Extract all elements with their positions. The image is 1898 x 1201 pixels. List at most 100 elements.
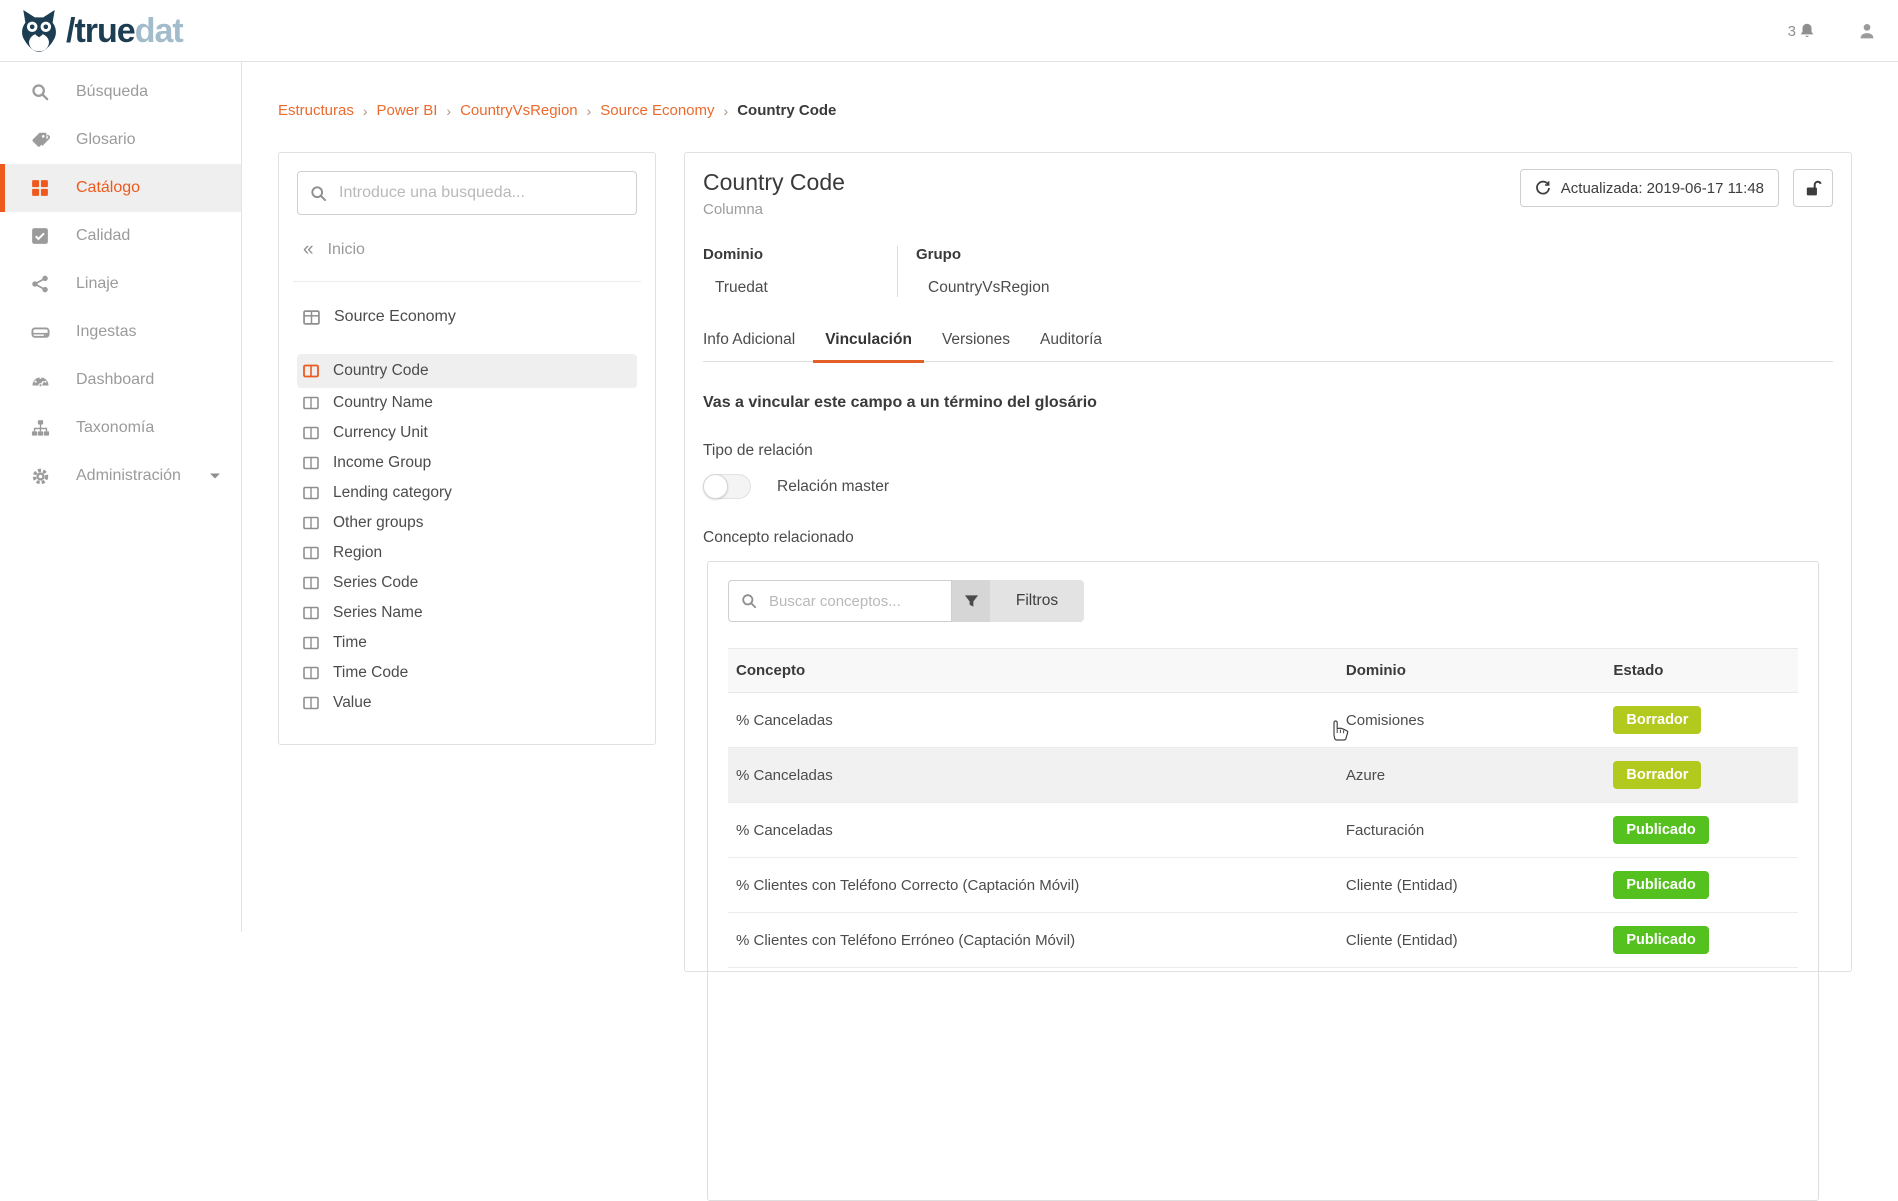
header-estado: Estado xyxy=(1605,649,1798,693)
status-badge[interactable]: Publicado xyxy=(1613,926,1708,954)
relation-master-toggle[interactable] xyxy=(703,474,751,499)
column-item-time[interactable]: Time xyxy=(297,628,637,658)
filters-label: Filtros xyxy=(1016,592,1058,610)
domain-label: Dominio xyxy=(703,246,827,263)
sidebar-item-dashboard[interactable]: Dashboard xyxy=(0,356,241,404)
sidebar-item-label: Taxonomía xyxy=(76,419,154,437)
column-item-lending-category[interactable]: Lending category xyxy=(297,478,637,508)
funnel-icon xyxy=(964,594,979,609)
sidebar-item-taxonomia[interactable]: Taxonomía xyxy=(0,404,241,452)
column-item-region[interactable]: Region xyxy=(297,538,637,568)
column-icon xyxy=(303,695,319,711)
column-item-currency-unit[interactable]: Currency Unit xyxy=(297,418,637,448)
sidebar: Búsqueda Glosario Catálogo Calidad Linaj… xyxy=(0,62,242,932)
table-row[interactable]: % Clientes con Teléfono Correcto (Captac… xyxy=(728,858,1798,913)
column-item-time-code[interactable]: Time Code xyxy=(297,658,637,688)
column-icon xyxy=(303,665,319,681)
sidebar-item-catalogo[interactable]: Catálogo xyxy=(0,164,241,212)
parent-table-source-economy[interactable]: Source Economy xyxy=(303,308,637,326)
sidebar-item-ingestas[interactable]: Ingestas xyxy=(0,308,241,356)
breadcrumb: Estructuras › Power BI › CountryVsRegion… xyxy=(278,102,836,119)
concept-search-input[interactable] xyxy=(769,593,929,610)
sidebar-item-linaje[interactable]: Linaje xyxy=(0,260,241,308)
updated-button[interactable]: Actualizada: 2019-06-17 11:48 xyxy=(1520,169,1779,207)
column-icon xyxy=(303,635,319,651)
user-menu-button[interactable] xyxy=(1858,22,1876,40)
sitemap-icon xyxy=(30,419,50,438)
column-label: Series Code xyxy=(333,574,418,592)
structure-search-input[interactable] xyxy=(339,184,589,202)
cell-concept: % Clientes con Teléfono Correcto (Captac… xyxy=(728,858,1338,913)
group-label: Grupo xyxy=(916,246,1049,263)
breadcrumb-link-source-economy[interactable]: Source Economy xyxy=(600,102,714,119)
column-icon xyxy=(303,425,319,441)
search-icon xyxy=(310,185,327,202)
column-item-other-groups[interactable]: Other groups xyxy=(297,508,637,538)
table-row[interactable]: % Clientes con Teléfono Erróneo (Captaci… xyxy=(728,913,1798,968)
column-list: Country Code Country Name Currency Unit … xyxy=(297,354,637,718)
refresh-icon xyxy=(1535,180,1551,196)
divider xyxy=(293,281,641,282)
tags-icon xyxy=(30,131,50,150)
breadcrumb-link-powerbi[interactable]: Power BI xyxy=(377,102,438,119)
tab-info-adicional[interactable]: Info Adicional xyxy=(703,323,795,361)
relation-type-label: Tipo de relación xyxy=(703,442,1833,460)
bell-icon xyxy=(1798,22,1816,40)
parent-table-label: Source Economy xyxy=(334,308,456,326)
check-square-icon xyxy=(30,227,50,245)
header-dominio: Dominio xyxy=(1338,649,1606,693)
sidebar-item-busqueda[interactable]: Búsqueda xyxy=(0,68,241,116)
sidebar-item-label: Calidad xyxy=(76,227,130,245)
column-icon xyxy=(303,575,319,591)
breadcrumb-separator: › xyxy=(363,103,368,119)
table-row[interactable]: % Canceladas Comisiones Borrador xyxy=(728,693,1798,748)
search-icon xyxy=(30,83,50,101)
notifications-button[interactable]: 3 xyxy=(1788,22,1816,40)
sidebar-item-calidad[interactable]: Calidad xyxy=(0,212,241,260)
sidebar-item-administracion[interactable]: Administración xyxy=(0,452,241,500)
column-label: Country Name xyxy=(333,394,433,412)
breadcrumb-link-estructuras[interactable]: Estructuras xyxy=(278,102,354,119)
cell-domain: Cliente (Entidad) xyxy=(1338,858,1606,913)
double-chevron-left-icon: « xyxy=(303,243,314,257)
column-item-income-group[interactable]: Income Group xyxy=(297,448,637,478)
status-badge[interactable]: Publicado xyxy=(1613,816,1708,844)
column-icon xyxy=(303,363,319,379)
column-item-value[interactable]: Value xyxy=(297,688,637,718)
chevron-down-icon xyxy=(209,472,221,480)
logo-text: /truedat xyxy=(66,8,183,54)
tab-vinculacion[interactable]: Vinculación xyxy=(825,323,912,361)
relation-master-label: Relación master xyxy=(777,478,889,496)
status-badge[interactable]: Publicado xyxy=(1613,871,1708,899)
tab-auditoria[interactable]: Auditoría xyxy=(1040,323,1102,361)
lock-button[interactable] xyxy=(1793,169,1833,207)
truedat-logo[interactable]: /truedat xyxy=(18,8,183,54)
breadcrumb-link-countryvsregion[interactable]: CountryVsRegion xyxy=(460,102,578,119)
sidebar-item-glosario[interactable]: Glosario xyxy=(0,116,241,164)
column-item-country-code[interactable]: Country Code xyxy=(297,354,637,388)
column-label: Country Code xyxy=(333,362,429,380)
column-label: Region xyxy=(333,544,382,562)
column-icon xyxy=(303,605,319,621)
table-row[interactable]: % Canceladas Facturación Publicado xyxy=(728,803,1798,858)
metadata-row: Dominio Truedat Grupo CountryVsRegion xyxy=(703,246,1833,297)
cell-concept: % Clientes con Teléfono Erróneo (Captaci… xyxy=(728,913,1338,968)
back-to-inicio[interactable]: « Inicio xyxy=(303,241,637,259)
link-section-heading: Vas a vincular este campo a un término d… xyxy=(703,394,1833,412)
cell-concept: % Canceladas xyxy=(728,748,1338,803)
header-concepto: Concepto xyxy=(728,649,1338,693)
gear-icon xyxy=(30,467,50,486)
tab-versiones[interactable]: Versiones xyxy=(942,323,1010,361)
column-item-series-code[interactable]: Series Code xyxy=(297,568,637,598)
filter-toggle-button[interactable] xyxy=(952,580,990,622)
filters-button[interactable]: Filtros xyxy=(990,580,1084,622)
column-label: Value xyxy=(333,694,372,712)
detail-card: Country Code Columna Actualizada: 2019-0… xyxy=(684,152,1852,972)
table-row[interactable]: % Canceladas Azure Borrador xyxy=(728,748,1798,803)
column-item-country-name[interactable]: Country Name xyxy=(297,388,637,418)
notification-count: 3 xyxy=(1788,23,1796,40)
status-badge[interactable]: Borrador xyxy=(1613,706,1701,734)
status-badge[interactable]: Borrador xyxy=(1613,761,1701,789)
column-icon xyxy=(303,545,319,561)
column-item-series-name[interactable]: Series Name xyxy=(297,598,637,628)
